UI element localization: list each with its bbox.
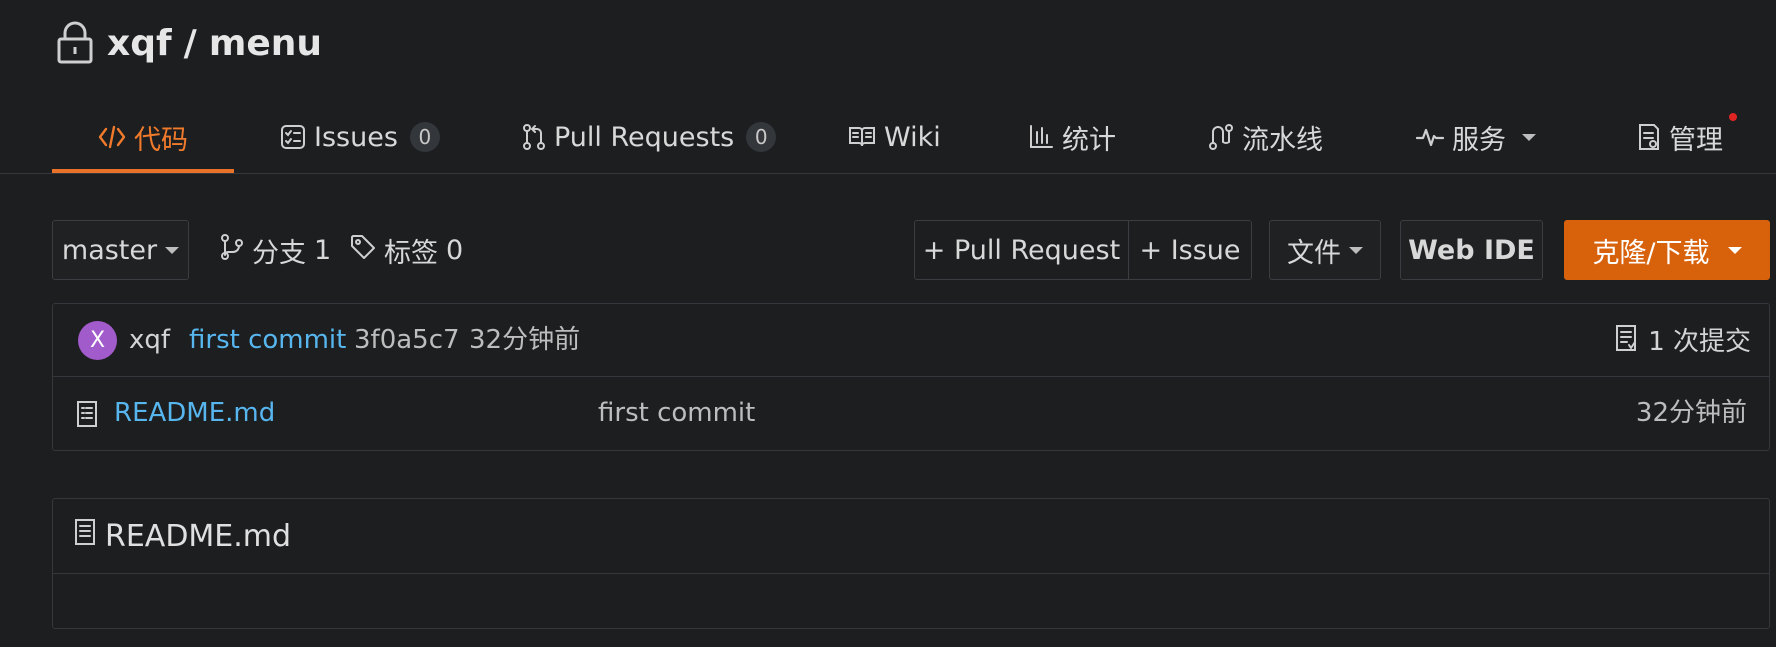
tab-pull-requests[interactable]: Pull Requests 0: [522, 100, 777, 174]
tab-code-label: 代码: [134, 124, 188, 156]
pull-request-icon: [522, 123, 546, 151]
header-divider: [0, 173, 1776, 174]
chevron-down-icon: [1522, 133, 1536, 141]
clone-download-button[interactable]: 克隆/下载: [1564, 220, 1770, 280]
file-menu-label: 文件: [1287, 237, 1341, 269]
tab-pipeline-label: 流水线: [1242, 124, 1323, 156]
commit-count-label: 1 次提交: [1648, 327, 1751, 357]
create-button-group: + Pull Request + Issue: [914, 220, 1252, 280]
commits-icon: [1614, 324, 1638, 360]
commit-message-link[interactable]: first commit: [189, 324, 346, 356]
commit-author[interactable]: xqf: [129, 324, 170, 356]
tag-icon: [350, 234, 376, 267]
chevron-down-icon: [165, 246, 180, 254]
commit-sha[interactable]: 3f0a5c7: [354, 324, 460, 356]
tags-label: 标签: [384, 237, 438, 269]
tab-manage-label: 管理: [1669, 124, 1723, 156]
repo-tabs: 代码 Issues 0 Pull Requests 0 Wiki 统计 流水线 …: [52, 100, 1776, 174]
bar-chart-icon: [1028, 124, 1054, 150]
pulse-icon: [1416, 125, 1444, 149]
readme-panel: README.md: [52, 498, 1770, 629]
latest-commit-row: X xqf first commit 3f0a5c7 32分钟前 1 次提交: [53, 304, 1769, 377]
file-commit-message[interactable]: first commit: [598, 397, 755, 429]
commit-time: 32分钟前: [469, 325, 581, 355]
tags-link[interactable]: 标签 0: [350, 220, 463, 280]
tags-count: 0: [446, 234, 464, 266]
book-icon: [848, 125, 876, 149]
issues-icon: [280, 124, 306, 150]
web-ide-button[interactable]: Web IDE: [1400, 220, 1543, 280]
file-text-icon: [75, 400, 99, 432]
table-row[interactable]: README.md first commit 32分钟前: [53, 378, 1769, 451]
avatar[interactable]: X: [78, 321, 117, 360]
readme-header: README.md: [53, 499, 1769, 574]
repo-separator: /: [183, 22, 197, 64]
new-issue-button[interactable]: + Issue: [1128, 221, 1251, 279]
branch-select-value: master: [61, 234, 158, 266]
branches-link[interactable]: 分支 1: [220, 220, 331, 280]
branches-count: 1: [314, 234, 332, 266]
new-pull-request-button[interactable]: + Pull Request: [915, 221, 1128, 279]
repo-name[interactable]: menu: [209, 23, 322, 64]
branch-select[interactable]: master: [52, 220, 189, 280]
code-icon: [98, 124, 126, 150]
readme-icon: [73, 517, 97, 555]
pipeline-icon: [1208, 123, 1234, 151]
manage-icon: [1637, 123, 1661, 151]
chevron-down-icon: [1727, 246, 1742, 254]
tab-services[interactable]: 服务: [1416, 100, 1536, 174]
tab-code[interactable]: 代码: [98, 100, 188, 174]
tab-wiki-label: Wiki: [884, 121, 941, 153]
file-commit-time: 32分钟前: [1635, 398, 1747, 428]
clone-download-label: 克隆/下载: [1592, 237, 1710, 269]
repo-owner[interactable]: xqf: [107, 23, 172, 64]
readme-title: README.md: [105, 518, 292, 554]
tab-pipeline[interactable]: 流水线: [1208, 100, 1323, 174]
branches-label: 分支: [252, 237, 306, 269]
pull-requests-count-badge: 0: [746, 122, 777, 152]
file-menu-button[interactable]: 文件: [1269, 220, 1381, 280]
file-browser: X xqf first commit 3f0a5c7 32分钟前 1 次提交 R…: [52, 303, 1770, 451]
commit-count-link[interactable]: 1 次提交: [1614, 324, 1751, 360]
repo-title: xqf / menu: [55, 18, 322, 68]
file-name-link[interactable]: README.md: [114, 397, 275, 429]
tab-wiki[interactable]: Wiki: [848, 100, 941, 174]
tab-stats-label: 统计: [1062, 124, 1116, 156]
branch-icon: [220, 233, 244, 268]
tab-stats[interactable]: 统计: [1028, 100, 1116, 174]
tab-issues-label: Issues: [314, 121, 398, 153]
tab-services-label: 服务: [1452, 124, 1506, 156]
chevron-down-icon: [1349, 246, 1363, 254]
tab-issues[interactable]: Issues 0: [280, 100, 440, 174]
lock-icon: [55, 21, 95, 65]
tab-pull-requests-label: Pull Requests: [554, 121, 735, 153]
notification-dot: [1729, 113, 1737, 121]
issues-count-badge: 0: [409, 122, 440, 152]
tab-manage[interactable]: 管理: [1637, 100, 1723, 174]
